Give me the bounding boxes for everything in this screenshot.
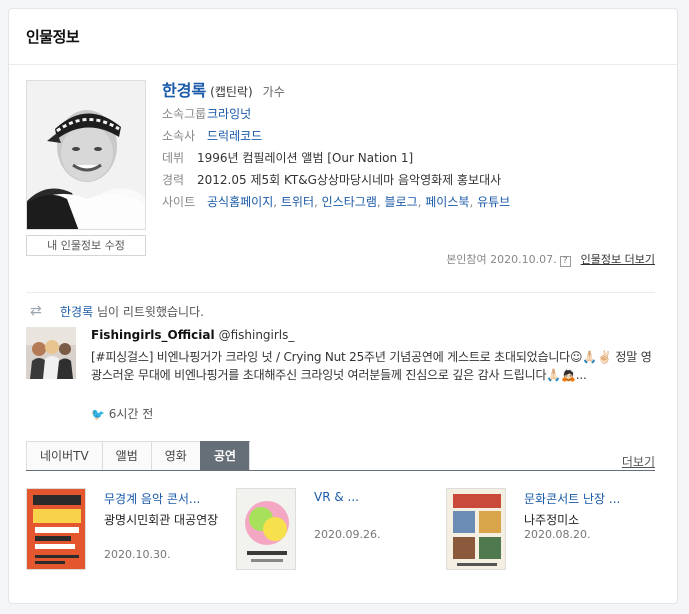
participation-date: 본인참여 2020.10.07. (446, 253, 557, 266)
content-tabs: 네이버TV 앨범 영화 공연 (26, 441, 250, 471)
group-label: 소속그룹 (162, 107, 207, 121)
tweet-author-handle[interactable]: @fishingirls_ (219, 328, 295, 342)
separator: , (376, 195, 385, 209)
person-english-name: (캡틴락) (210, 85, 253, 99)
title-divider (9, 64, 677, 65)
site-link-homepage[interactable]: 공식홈페이지 (207, 195, 273, 209)
debut-value: 1996년 컴필레이션 앨범 [Our Nation 1] (197, 151, 414, 165)
site-link-facebook[interactable]: 페이스북 (425, 195, 469, 209)
tab-album[interactable]: 앨범 (101, 441, 151, 471)
retweet-icon: ⇄ (30, 303, 42, 319)
performance-item[interactable]: 문화콘서트 난장 ... 나주정미소 2020.08.20. (446, 488, 651, 578)
performance-date: 2020.08.20. (524, 528, 591, 541)
person-name[interactable]: 한경록 (162, 81, 206, 100)
performance-poster[interactable] (446, 488, 506, 570)
sites-label: 사이트 (162, 195, 196, 209)
debut-label: 데뷔 (162, 151, 185, 165)
tweet-header: Fishingirls_Official @fishingirls_ (91, 328, 294, 342)
profile-photo[interactable] (26, 80, 146, 230)
agency-link[interactable]: 드럭레코드 (207, 129, 262, 143)
tweet-author-avatar[interactable] (26, 327, 76, 379)
more-performances-link[interactable]: 더보기 (622, 453, 655, 470)
retweet-notice: ⇄ 한경록 님이 리트윗했습니다. (30, 303, 204, 320)
site-link-twitter[interactable]: 트위터 (281, 195, 314, 209)
tab-performance[interactable]: 공연 (199, 441, 250, 471)
name-row: 한경록 (캡틴락) 가수 (162, 79, 662, 103)
agency-label: 소속사 (162, 129, 196, 143)
section-title: 인물정보 (26, 28, 80, 46)
help-icon[interactable]: ? (559, 256, 571, 267)
career-value: 2012.05 제5회 KT&G상상마당시네마 음악영화제 홍보대사 (197, 173, 502, 187)
profile-info: 한경록 (캡틴락) 가수 소속그룹크라잉넛 소속사 드럭레코드 데뷔 1996년 컴필레… (162, 79, 662, 213)
performance-date: 2020.09.26. (314, 528, 381, 541)
performance-venue: 광명시민회관 대공연장 (104, 513, 219, 527)
career-label: 경력 (162, 173, 185, 187)
tweet-time-row: 🐦 6시간 전 (91, 405, 153, 422)
site-link-instagram[interactable]: 인스타그램 (322, 195, 377, 209)
performance-poster[interactable] (236, 488, 296, 570)
performance-title[interactable]: VR & ... (314, 490, 434, 504)
career-row: 경력 2012.05 제5회 KT&G상상마당시네마 음악영화제 홍보대사 (162, 169, 662, 191)
sites-row: 사이트 공식홈페이지, 트위터, 인스타그램, 블로그, 페이스북, 유튜브 (162, 191, 662, 213)
separator: , (469, 195, 478, 209)
person-job: 가수 (262, 85, 285, 99)
performance-item[interactable]: VR & ... 2020.09.26. (236, 488, 441, 578)
retweeter-name[interactable]: 한경록 (60, 305, 93, 319)
group-link[interactable]: 크라잉넛 (207, 107, 251, 121)
tweet-author-name[interactable]: Fishingirls_Official (91, 328, 215, 342)
participation-row: 본인참여 2020.10.07.? 인물정보 더보기 (446, 251, 655, 267)
twitter-bird-icon: 🐦 (91, 408, 105, 421)
person-info-card: 인물정보 내 인물정보 수정 한경록 (캡틴락) 가수 소속그룹크라잉넛 소속사… (8, 8, 678, 604)
group-row: 소속그룹크라잉넛 (162, 103, 662, 125)
site-link-blog[interactable]: 블로그 (385, 195, 418, 209)
separator: , (314, 195, 322, 209)
tweet-body[interactable]: [#피싱걸스] 비엔나핑거가 크라잉 넛 / Crying Nut 25주년 기… (91, 348, 659, 384)
tab-navertv[interactable]: 네이버TV (26, 441, 102, 471)
performance-item[interactable]: 무경계 음악 콘서... 광명시민회관 대공연장 2020.10.30. (26, 488, 231, 578)
performance-title[interactable]: 무경계 음악 콘서... (104, 490, 224, 507)
section-divider (26, 292, 655, 293)
retweet-text: 님이 리트윗했습니다. (96, 305, 204, 319)
performance-poster[interactable] (26, 488, 86, 570)
debut-row: 데뷔 1996년 컴필레이션 앨범 [Our Nation 1] (162, 147, 662, 169)
tabs-underline (26, 470, 655, 471)
tab-movie[interactable]: 영화 (150, 441, 200, 471)
site-link-youtube[interactable]: 유튜브 (477, 195, 510, 209)
separator: , (273, 195, 281, 209)
edit-profile-button[interactable]: 내 인물정보 수정 (26, 235, 146, 256)
performance-venue: 나주정미소 (524, 513, 580, 527)
performance-date: 2020.10.30. (104, 548, 171, 561)
agency-row: 소속사 드럭레코드 (162, 125, 662, 147)
tweet-time[interactable]: 6시간 전 (109, 407, 154, 421)
performance-title[interactable]: 문화콘서트 난장 ... (524, 490, 644, 507)
more-profile-link[interactable]: 인물정보 더보기 (581, 253, 655, 266)
